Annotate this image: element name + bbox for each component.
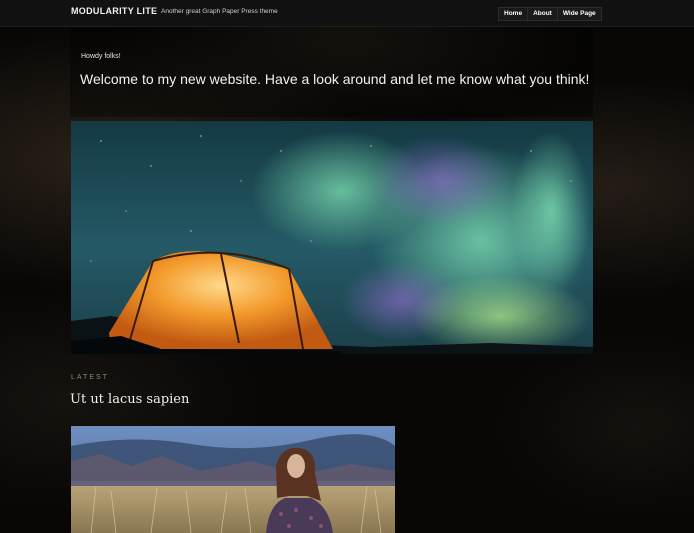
aurora-tent-photo-icon [71,121,593,354]
post-thumbnail[interactable] [71,426,395,533]
top-bar: MODULARITY LITE Another great Graph Pape… [0,0,694,27]
intro-welcome-text: Welcome to my new website. Have a look a… [80,71,590,87]
site-tagline: Another great Graph Paper Press theme [161,8,278,15]
nav-wide-page[interactable]: Wide Page [558,8,601,20]
site-title[interactable]: MODULARITY LITE [71,6,157,16]
woman-in-field-photo-icon [71,426,395,533]
hero-image[interactable] [71,121,593,354]
nav-home[interactable]: Home [499,8,529,20]
intro-greeting: Howdy folks! [81,53,121,60]
latest-heading: LATEST [71,374,109,381]
post-title-link[interactable]: Ut ut lacus sapien [70,392,189,407]
main-nav: Home About Wide Page [498,7,602,21]
nav-about[interactable]: About [528,8,558,20]
